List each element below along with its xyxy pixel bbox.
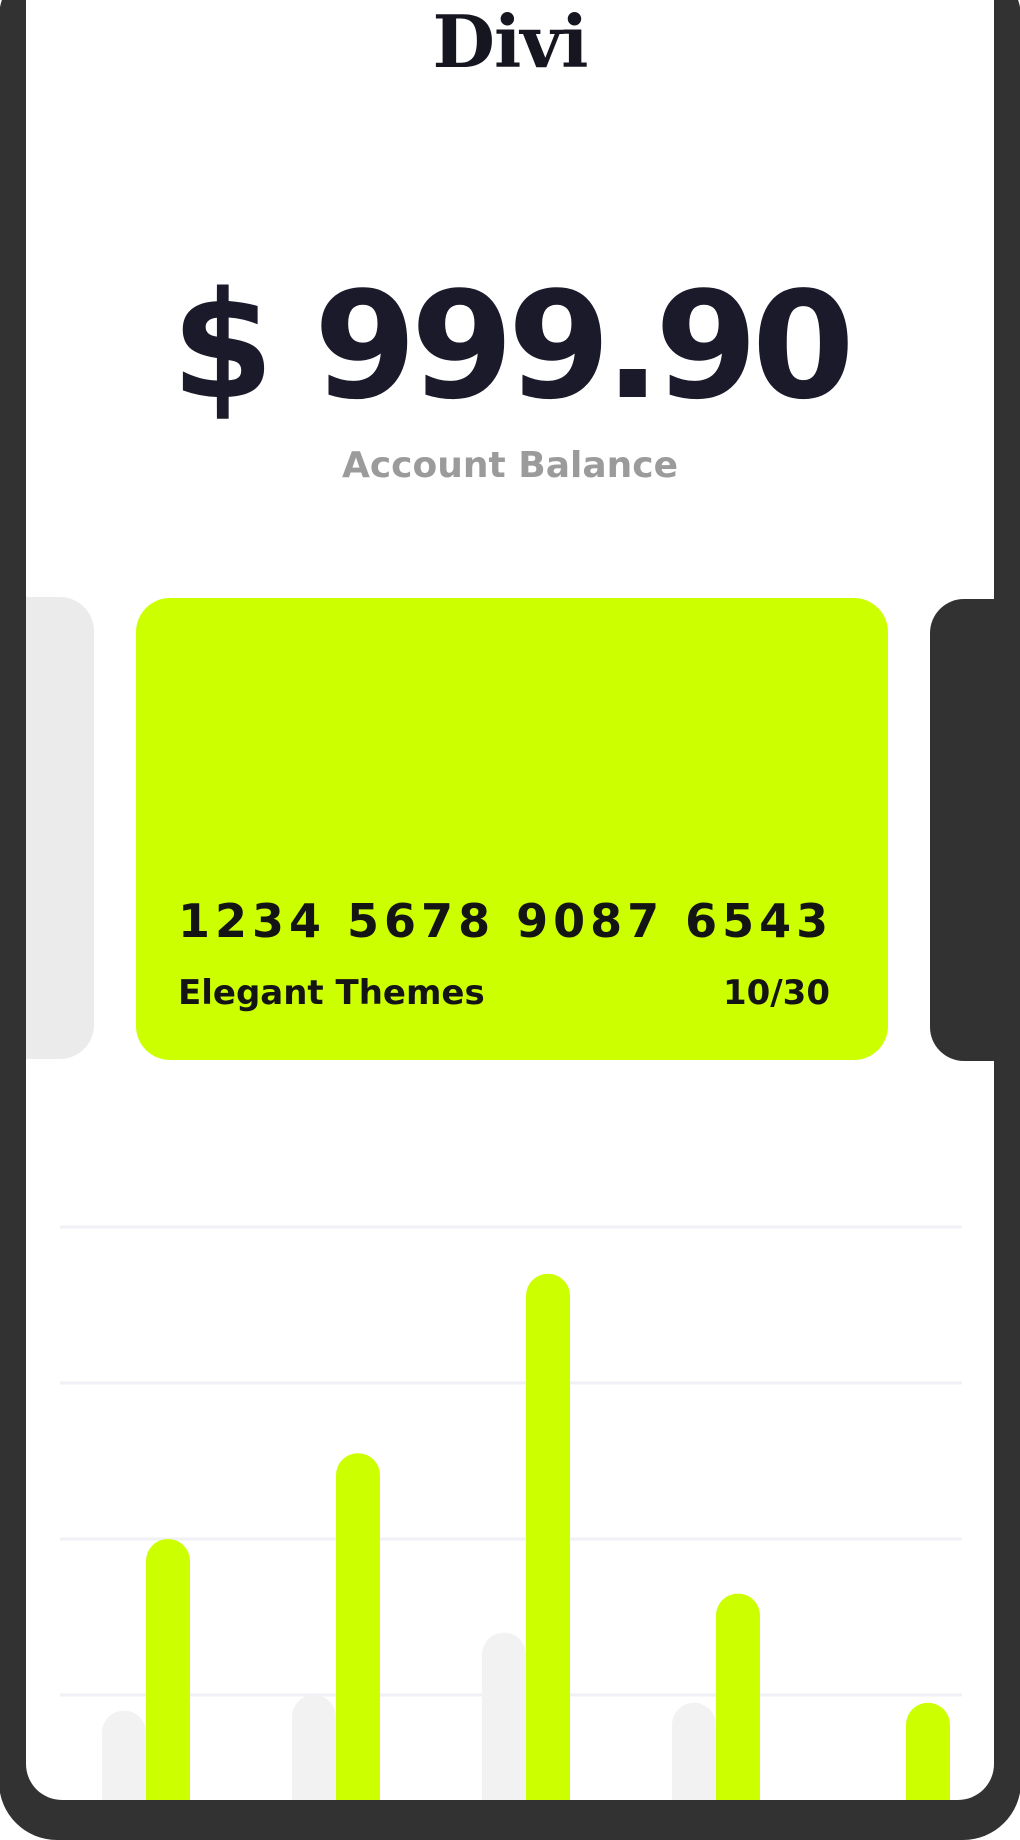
chart-bar-series2-3[interactable]	[526, 1273, 570, 1800]
divi-logo: Divi	[432, 0, 589, 84]
phone-screen: Divi $ 999.90 Account Balance 1234 5678 …	[26, 0, 994, 1800]
chart-bar-series1-1[interactable]	[102, 1710, 146, 1800]
credit-card[interactable]: 1234 5678 9087 6543 Elegant Themes 10/30	[136, 598, 888, 1060]
chart-bar-series1-3[interactable]	[482, 1632, 526, 1800]
next-card-peek[interactable]	[930, 599, 994, 1061]
chart-bar-series2-5[interactable]	[906, 1702, 950, 1800]
chart-bar-series2-1[interactable]	[146, 1539, 190, 1800]
card-number: 1234 5678 9087 6543	[178, 894, 834, 948]
account-balance-label: Account Balance	[341, 445, 679, 486]
chart-bar-series2-4[interactable]	[716, 1593, 760, 1800]
account-balance-amount: $ 999.90	[171, 260, 855, 432]
chart-svg	[60, 1225, 962, 1800]
chart-bar-series1-2[interactable]	[292, 1695, 336, 1800]
chart-bar-series2-2[interactable]	[336, 1453, 380, 1800]
previous-card-peek[interactable]	[26, 597, 94, 1059]
chart-bar-series1-4[interactable]	[672, 1702, 716, 1800]
card-expiry-date: 10/30	[722, 973, 830, 1013]
spending-bar-chart	[60, 1200, 962, 1800]
card-holder-name: Elegant Themes	[178, 973, 485, 1013]
